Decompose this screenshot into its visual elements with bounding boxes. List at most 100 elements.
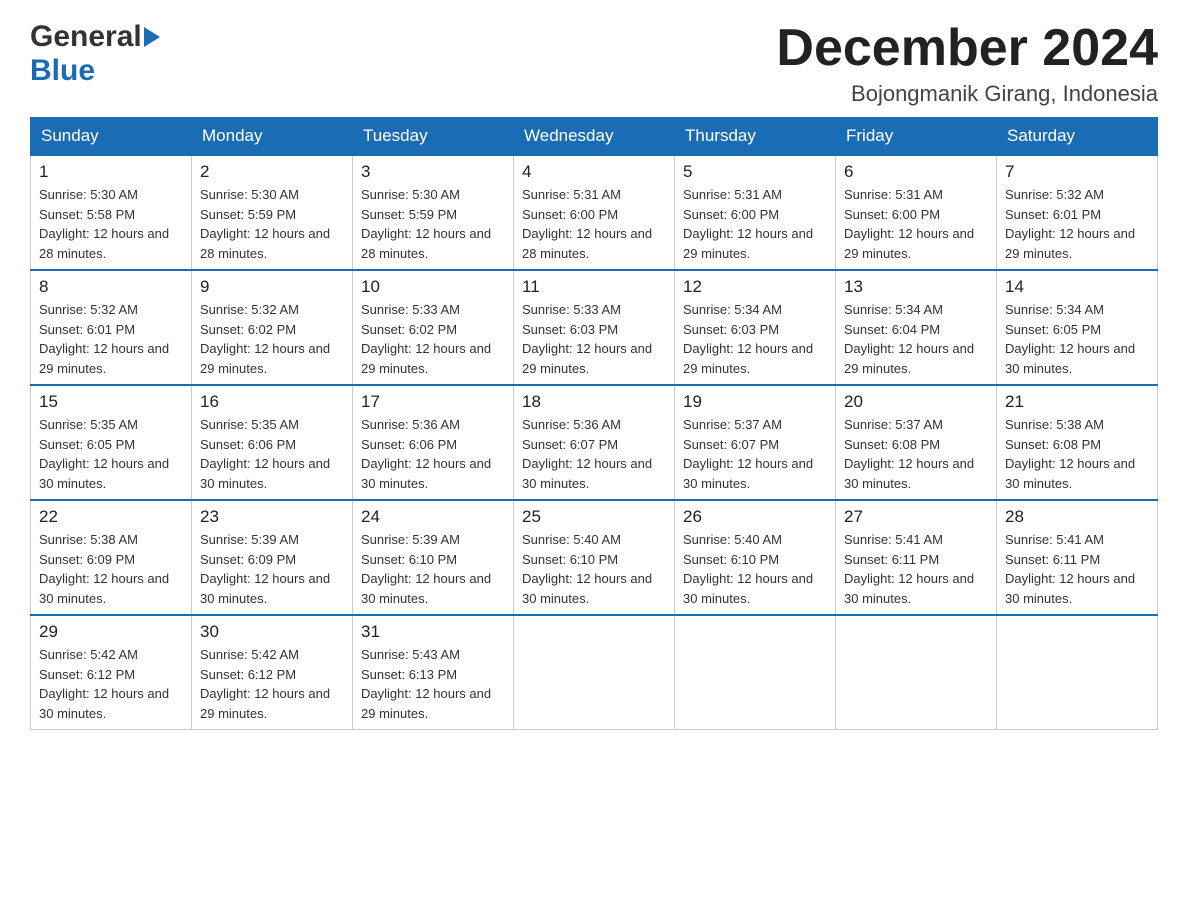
day-info: Sunrise: 5:43 AM Sunset: 6:13 PM Dayligh… — [361, 645, 505, 723]
day-number: 20 — [844, 392, 988, 412]
day-number: 14 — [1005, 277, 1149, 297]
day-number: 21 — [1005, 392, 1149, 412]
calendar-header-row: Sunday Monday Tuesday Wednesday Thursday… — [31, 118, 1158, 156]
day-info: Sunrise: 5:32 AM Sunset: 6:02 PM Dayligh… — [200, 300, 344, 378]
day-number: 10 — [361, 277, 505, 297]
calendar-day-2: 2 Sunrise: 5:30 AM Sunset: 5:59 PM Dayli… — [192, 155, 353, 270]
day-number: 3 — [361, 162, 505, 182]
day-info: Sunrise: 5:38 AM Sunset: 6:08 PM Dayligh… — [1005, 415, 1149, 493]
day-number: 27 — [844, 507, 988, 527]
day-info: Sunrise: 5:36 AM Sunset: 6:06 PM Dayligh… — [361, 415, 505, 493]
day-number: 26 — [683, 507, 827, 527]
day-info: Sunrise: 5:42 AM Sunset: 6:12 PM Dayligh… — [39, 645, 183, 723]
calendar-week-3: 15 Sunrise: 5:35 AM Sunset: 6:05 PM Dayl… — [31, 385, 1158, 500]
calendar-day-20: 20 Sunrise: 5:37 AM Sunset: 6:08 PM Dayl… — [836, 385, 997, 500]
day-number: 6 — [844, 162, 988, 182]
calendar-day-30: 30 Sunrise: 5:42 AM Sunset: 6:12 PM Dayl… — [192, 615, 353, 730]
calendar-day-10: 10 Sunrise: 5:33 AM Sunset: 6:02 PM Dayl… — [353, 270, 514, 385]
col-thursday: Thursday — [675, 118, 836, 156]
calendar-day-16: 16 Sunrise: 5:35 AM Sunset: 6:06 PM Dayl… — [192, 385, 353, 500]
day-number: 1 — [39, 162, 183, 182]
day-info: Sunrise: 5:36 AM Sunset: 6:07 PM Dayligh… — [522, 415, 666, 493]
calendar-day-17: 17 Sunrise: 5:36 AM Sunset: 6:06 PM Dayl… — [353, 385, 514, 500]
calendar-day-21: 21 Sunrise: 5:38 AM Sunset: 6:08 PM Dayl… — [997, 385, 1158, 500]
day-info: Sunrise: 5:32 AM Sunset: 6:01 PM Dayligh… — [39, 300, 183, 378]
calendar-day-28: 28 Sunrise: 5:41 AM Sunset: 6:11 PM Dayl… — [997, 500, 1158, 615]
day-info: Sunrise: 5:30 AM Sunset: 5:58 PM Dayligh… — [39, 185, 183, 263]
calendar-day-31: 31 Sunrise: 5:43 AM Sunset: 6:13 PM Dayl… — [353, 615, 514, 730]
day-number: 25 — [522, 507, 666, 527]
calendar-day-25: 25 Sunrise: 5:40 AM Sunset: 6:10 PM Dayl… — [514, 500, 675, 615]
day-info: Sunrise: 5:35 AM Sunset: 6:06 PM Dayligh… — [200, 415, 344, 493]
calendar-day-26: 26 Sunrise: 5:40 AM Sunset: 6:10 PM Dayl… — [675, 500, 836, 615]
calendar-day-18: 18 Sunrise: 5:36 AM Sunset: 6:07 PM Dayl… — [514, 385, 675, 500]
calendar-day-29: 29 Sunrise: 5:42 AM Sunset: 6:12 PM Dayl… — [31, 615, 192, 730]
day-number: 23 — [200, 507, 344, 527]
day-number: 17 — [361, 392, 505, 412]
day-number: 9 — [200, 277, 344, 297]
day-number: 22 — [39, 507, 183, 527]
month-title: December 2024 — [776, 20, 1158, 77]
day-number: 11 — [522, 277, 666, 297]
empty-cell — [514, 615, 675, 730]
day-info: Sunrise: 5:38 AM Sunset: 6:09 PM Dayligh… — [39, 530, 183, 608]
day-number: 13 — [844, 277, 988, 297]
day-number: 19 — [683, 392, 827, 412]
col-sunday: Sunday — [31, 118, 192, 156]
calendar-day-22: 22 Sunrise: 5:38 AM Sunset: 6:09 PM Dayl… — [31, 500, 192, 615]
calendar-day-27: 27 Sunrise: 5:41 AM Sunset: 6:11 PM Dayl… — [836, 500, 997, 615]
calendar-day-13: 13 Sunrise: 5:34 AM Sunset: 6:04 PM Dayl… — [836, 270, 997, 385]
day-info: Sunrise: 5:39 AM Sunset: 6:09 PM Dayligh… — [200, 530, 344, 608]
day-info: Sunrise: 5:41 AM Sunset: 6:11 PM Dayligh… — [844, 530, 988, 608]
empty-cell — [675, 615, 836, 730]
calendar-day-23: 23 Sunrise: 5:39 AM Sunset: 6:09 PM Dayl… — [192, 500, 353, 615]
calendar-day-19: 19 Sunrise: 5:37 AM Sunset: 6:07 PM Dayl… — [675, 385, 836, 500]
day-info: Sunrise: 5:37 AM Sunset: 6:08 PM Dayligh… — [844, 415, 988, 493]
calendar-day-3: 3 Sunrise: 5:30 AM Sunset: 5:59 PM Dayli… — [353, 155, 514, 270]
location-subtitle: Bojongmanik Girang, Indonesia — [776, 81, 1158, 107]
day-number: 12 — [683, 277, 827, 297]
day-number: 4 — [522, 162, 666, 182]
day-info: Sunrise: 5:34 AM Sunset: 6:04 PM Dayligh… — [844, 300, 988, 378]
calendar-week-1: 1 Sunrise: 5:30 AM Sunset: 5:58 PM Dayli… — [31, 155, 1158, 270]
day-info: Sunrise: 5:41 AM Sunset: 6:11 PM Dayligh… — [1005, 530, 1149, 608]
calendar-day-11: 11 Sunrise: 5:33 AM Sunset: 6:03 PM Dayl… — [514, 270, 675, 385]
day-info: Sunrise: 5:35 AM Sunset: 6:05 PM Dayligh… — [39, 415, 183, 493]
calendar-day-9: 9 Sunrise: 5:32 AM Sunset: 6:02 PM Dayli… — [192, 270, 353, 385]
day-info: Sunrise: 5:31 AM Sunset: 6:00 PM Dayligh… — [522, 185, 666, 263]
day-info: Sunrise: 5:30 AM Sunset: 5:59 PM Dayligh… — [200, 185, 344, 263]
day-number: 30 — [200, 622, 344, 642]
calendar-day-14: 14 Sunrise: 5:34 AM Sunset: 6:05 PM Dayl… — [997, 270, 1158, 385]
calendar-day-4: 4 Sunrise: 5:31 AM Sunset: 6:00 PM Dayli… — [514, 155, 675, 270]
calendar-day-6: 6 Sunrise: 5:31 AM Sunset: 6:00 PM Dayli… — [836, 155, 997, 270]
logo-general-text: General — [30, 20, 142, 54]
calendar-day-12: 12 Sunrise: 5:34 AM Sunset: 6:03 PM Dayl… — [675, 270, 836, 385]
day-info: Sunrise: 5:33 AM Sunset: 6:03 PM Dayligh… — [522, 300, 666, 378]
calendar-day-8: 8 Sunrise: 5:32 AM Sunset: 6:01 PM Dayli… — [31, 270, 192, 385]
day-number: 15 — [39, 392, 183, 412]
logo-triangle-icon — [144, 27, 160, 47]
day-number: 5 — [683, 162, 827, 182]
day-number: 7 — [1005, 162, 1149, 182]
calendar-week-4: 22 Sunrise: 5:38 AM Sunset: 6:09 PM Dayl… — [31, 500, 1158, 615]
col-saturday: Saturday — [997, 118, 1158, 156]
page-header: General Blue December 2024 Bojongmanik G… — [30, 20, 1158, 107]
day-info: Sunrise: 5:31 AM Sunset: 6:00 PM Dayligh… — [844, 185, 988, 263]
calendar-day-24: 24 Sunrise: 5:39 AM Sunset: 6:10 PM Dayl… — [353, 500, 514, 615]
day-number: 18 — [522, 392, 666, 412]
day-info: Sunrise: 5:33 AM Sunset: 6:02 PM Dayligh… — [361, 300, 505, 378]
day-number: 8 — [39, 277, 183, 297]
day-number: 31 — [361, 622, 505, 642]
col-friday: Friday — [836, 118, 997, 156]
calendar-table: Sunday Monday Tuesday Wednesday Thursday… — [30, 117, 1158, 730]
calendar-day-7: 7 Sunrise: 5:32 AM Sunset: 6:01 PM Dayli… — [997, 155, 1158, 270]
day-number: 16 — [200, 392, 344, 412]
day-info: Sunrise: 5:31 AM Sunset: 6:00 PM Dayligh… — [683, 185, 827, 263]
calendar-week-2: 8 Sunrise: 5:32 AM Sunset: 6:01 PM Dayli… — [31, 270, 1158, 385]
day-info: Sunrise: 5:40 AM Sunset: 6:10 PM Dayligh… — [522, 530, 666, 608]
calendar-day-5: 5 Sunrise: 5:31 AM Sunset: 6:00 PM Dayli… — [675, 155, 836, 270]
day-info: Sunrise: 5:30 AM Sunset: 5:59 PM Dayligh… — [361, 185, 505, 263]
logo: General Blue — [30, 20, 160, 88]
col-tuesday: Tuesday — [353, 118, 514, 156]
day-info: Sunrise: 5:37 AM Sunset: 6:07 PM Dayligh… — [683, 415, 827, 493]
